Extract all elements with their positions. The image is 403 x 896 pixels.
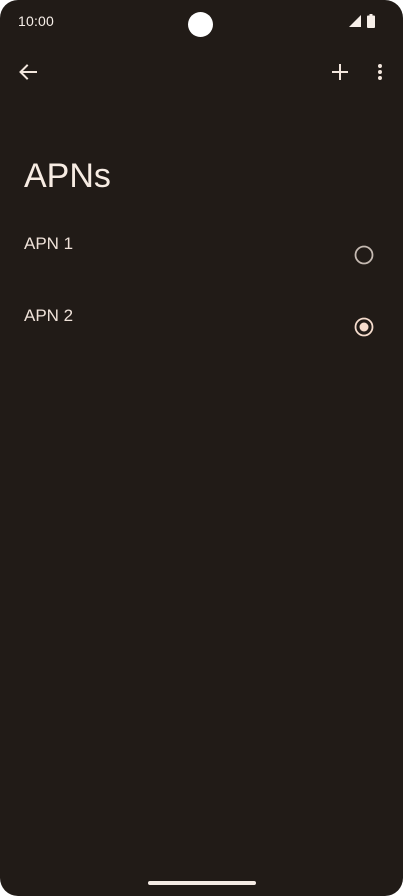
apn-item-2[interactable]: APN 2 — [0, 292, 403, 364]
plus-icon — [332, 64, 348, 80]
arrow-back-icon — [19, 64, 37, 80]
home-indicator[interactable] — [148, 881, 256, 885]
status-time: 10:00 — [18, 13, 55, 29]
battery-icon — [367, 14, 375, 28]
apn-item-label: APN 2 — [24, 306, 74, 325]
top-app-bar — [0, 48, 403, 96]
screen: 10:00 APNs APN 1 APN 2 — [0, 0, 403, 896]
page-title: APNs — [24, 157, 111, 195]
radio-unchecked-icon[interactable] — [354, 245, 374, 265]
apn-item-1[interactable]: APN 1 — [0, 220, 403, 292]
cell-signal-icon — [349, 15, 361, 27]
status-bar: 10:00 — [0, 0, 403, 44]
apn-item-label: APN 1 — [24, 234, 74, 253]
camera-cutout — [188, 12, 213, 37]
radio-checked-icon[interactable] — [354, 317, 374, 337]
more-options-button[interactable] — [362, 52, 398, 92]
add-apn-button[interactable] — [320, 52, 360, 92]
apn-list: APN 1 APN 2 — [0, 220, 403, 364]
more-vert-icon — [378, 64, 382, 80]
back-button[interactable] — [8, 52, 48, 92]
